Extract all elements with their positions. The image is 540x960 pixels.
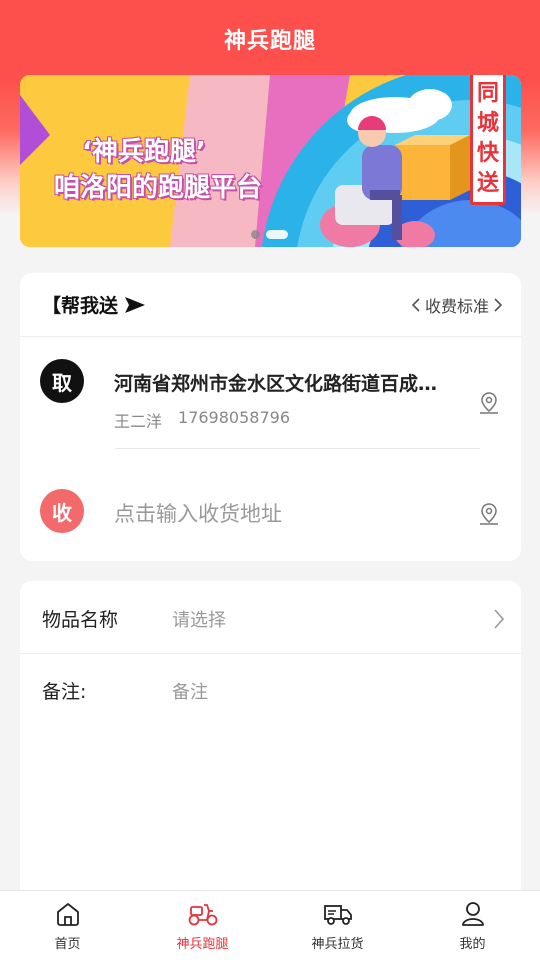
pagination-dot-active[interactable]: [266, 230, 288, 239]
pickup-contact-phone: 17698058796: [178, 408, 290, 427]
fee-standard-label: 收费标准: [424, 296, 489, 316]
home-icon: [56, 903, 79, 926]
chevron-right-icon: [494, 608, 505, 629]
tab-freight[interactable]: 神兵拉货: [270, 891, 405, 960]
page-title-text: 神兵跑腿: [223, 29, 316, 54]
pickup-address: 河南省郑州市金水区文化路街道百成…: [114, 373, 438, 395]
banner-pagination: [251, 230, 288, 239]
page-title: 神兵跑腿: [0, 0, 540, 78]
tab-home[interactable]: 首页: [0, 891, 135, 960]
receive-info: 点击输入收货地址: [114, 489, 282, 528]
field-divider: [20, 653, 521, 654]
banner-subheadline: 咱洛阳的跑腿平台: [54, 173, 263, 203]
location-pin-icon[interactable]: [478, 391, 500, 415]
tab-label: 首页: [54, 937, 81, 952]
send-card-title: 【帮我送: [42, 291, 146, 318]
receive-address-placeholder: 点击输入收货地址: [114, 502, 282, 526]
receive-address-row[interactable]: 收 点击输入收货地址: [40, 489, 500, 533]
stamp-char: 城: [476, 110, 499, 136]
pagination-dot[interactable]: [251, 230, 260, 239]
pickup-contact: 王二洋 17698058796: [114, 408, 466, 432]
tab-label: 神兵拉货: [311, 937, 364, 952]
promo-banner[interactable]: ‘神兵跑腿’ 咱洛阳的跑腿平台 同 城 快 送: [20, 75, 521, 247]
stamp-char: 同: [476, 80, 499, 106]
banner-headline: ‘神兵跑腿’: [82, 137, 206, 167]
send-arrow-icon: [125, 296, 146, 313]
tab-profile[interactable]: 我的: [405, 891, 540, 960]
send-card-header: 【帮我送 收费标准: [20, 273, 521, 337]
send-card: 【帮我送 收费标准 取 河南省郑州市金水区文化路街道百成… 王二洋 176980…: [20, 273, 521, 561]
chevron-right-icon: [494, 297, 503, 312]
stamp-char: 快: [476, 140, 499, 166]
user-icon: [461, 902, 484, 926]
tab-label: 神兵跑腿: [176, 937, 229, 952]
pickup-contact-name: 王二洋: [114, 412, 163, 431]
note-input[interactable]: 备注: [172, 678, 208, 704]
receive-badge: 收: [40, 489, 84, 533]
stamp-char: 送: [476, 170, 499, 196]
banner-stamp: 同 城 快 送: [470, 75, 506, 205]
truck-icon: [323, 905, 352, 925]
chevron-left-icon: [411, 297, 420, 312]
location-pin-icon[interactable]: [478, 502, 500, 526]
item-card: 物品名称 请选择 备注: 备注: [20, 581, 521, 901]
tab-errand[interactable]: 神兵跑腿: [135, 891, 270, 960]
item-name-value: 请选择: [172, 609, 226, 631]
item-name-label: 物品名称: [42, 609, 119, 631]
tab-label: 我的: [459, 937, 486, 952]
note-label: 备注:: [42, 681, 87, 703]
pickup-info: 河南省郑州市金水区文化路街道百成… 王二洋 17698058796: [114, 359, 466, 432]
note-field[interactable]: 备注: 备注: [42, 677, 505, 704]
send-card-title-text: 【帮我送: [42, 295, 119, 317]
bottom-tab-bar: 首页 神兵跑腿 神兵拉货 我的: [0, 890, 540, 960]
fee-standard-link[interactable]: 收费标准: [411, 293, 503, 317]
address-divider: [115, 448, 480, 449]
pickup-badge: 取: [40, 359, 84, 403]
scooter-icon: [188, 904, 217, 926]
pickup-address-row[interactable]: 取 河南省郑州市金水区文化路街道百成… 王二洋 17698058796: [40, 359, 500, 432]
item-name-field[interactable]: 物品名称 请选择: [42, 605, 505, 632]
